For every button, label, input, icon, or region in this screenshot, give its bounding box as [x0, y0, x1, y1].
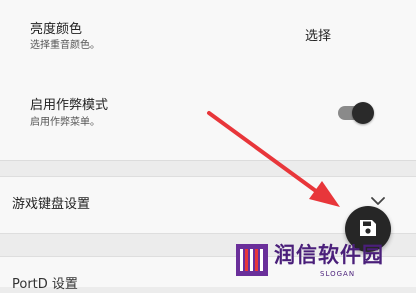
- watermark-text: 润信软件园: [274, 243, 384, 267]
- cheat-mode-subtitle: 启用作弊菜单。: [30, 117, 100, 128]
- cheat-mode-toggle[interactable]: [336, 101, 376, 125]
- cheat-mode-title: 启用作弊模式: [30, 98, 109, 113]
- settings-card: 亮度颜色 选择重音颜色。 选择 启用作弊模式 启用作弊菜单。: [0, 0, 416, 161]
- watermark-logo-icon: [236, 244, 268, 276]
- choose-color-button[interactable]: 选择: [305, 28, 331, 46]
- highlight-color-subtitle: 选择重音颜色。: [30, 40, 100, 51]
- watermark-slogan: SLOGAN: [320, 270, 356, 278]
- save-icon: [360, 220, 376, 236]
- watermark: 润信软件园 SLOGAN: [234, 240, 404, 282]
- toggle-thumb: [352, 102, 374, 124]
- highlight-color-setting[interactable]: 亮度颜色 选择重音颜色。 选择: [0, 0, 416, 70]
- chevron-down-icon[interactable]: [370, 195, 386, 207]
- highlight-color-title: 亮度颜色: [30, 22, 83, 37]
- keyboard-settings-label: 游戏键盘设置: [12, 197, 91, 212]
- port-settings-label: PortD 设置: [12, 277, 78, 292]
